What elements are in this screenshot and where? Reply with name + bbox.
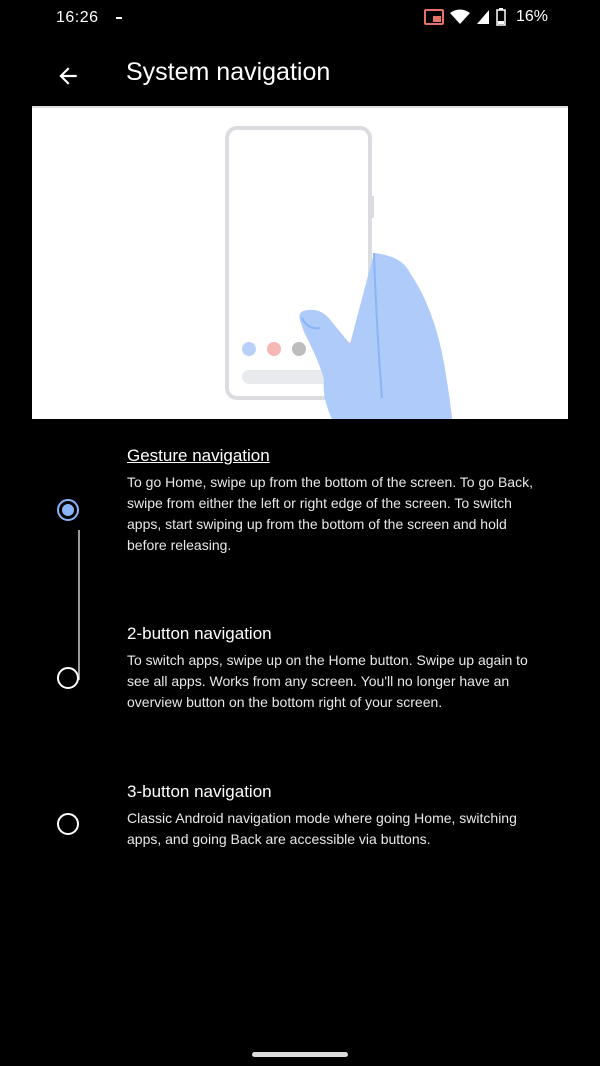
cast-icon	[423, 9, 444, 25]
arrow-back-icon	[59, 67, 77, 85]
option-title: 2-button navigation	[127, 624, 272, 643]
notification-dot-icon	[116, 17, 122, 19]
signal-icon	[476, 10, 489, 24]
page-title: System navigation	[126, 58, 331, 86]
gesture-illustration	[32, 108, 568, 419]
status-bar: 16:26 16%	[0, 0, 600, 36]
status-time: 16:26	[56, 9, 99, 26]
app-dot-red	[267, 342, 281, 356]
home-gesture-pill[interactable]	[252, 1052, 348, 1057]
option-description: To go Home, swipe up from the bottom of …	[127, 474, 533, 553]
app-dot-gray	[292, 342, 306, 356]
battery-percent: 16%	[515, 8, 548, 25]
option-description: Classic Android navigation mode where go…	[127, 810, 517, 847]
radio-3-button-navigation[interactable]	[56, 812, 80, 836]
option-title: 3-button navigation	[127, 782, 272, 801]
wifi-icon	[449, 9, 470, 24]
radio-connector-line	[78, 530, 80, 680]
radio-gesture-navigation[interactable]	[56, 498, 80, 522]
radio-2-button-navigation[interactable]	[56, 666, 80, 690]
option-title: Gesture navigation	[127, 446, 270, 465]
battery-icon	[496, 8, 506, 26]
status-icons: 16%	[423, 8, 548, 26]
app-bar: System navigation	[0, 40, 600, 108]
app-dot-blue	[242, 342, 256, 356]
option-description: To switch apps, swipe up on the Home but…	[127, 652, 528, 710]
back-button[interactable]	[50, 58, 86, 94]
